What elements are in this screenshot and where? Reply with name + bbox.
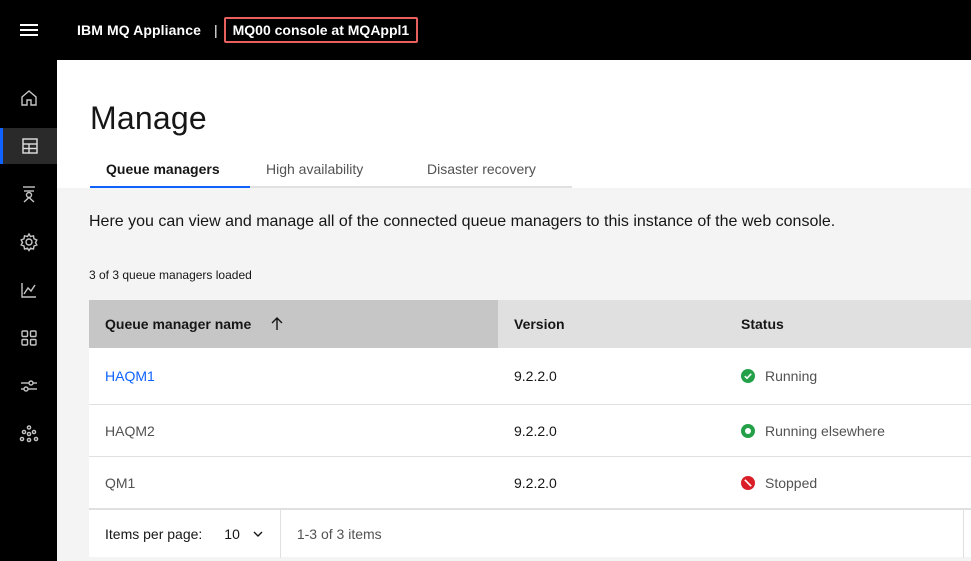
column-header-name[interactable]: Queue manager name [89,300,498,348]
table-icon[interactable] [0,128,57,164]
status-text: Running elsewhere [765,422,885,439]
pagination-bar: Items per page: 10 1-3 of 3 items [89,509,971,558]
items-per-page-select[interactable]: 10 [224,526,264,542]
items-per-page-label: Items per page: [105,525,203,542]
chevron-down-icon [253,531,263,537]
sliders-icon[interactable] [0,368,57,404]
column-header-label: Queue manager name [105,316,252,332]
header-separator: | [213,22,218,38]
tab-high-availability[interactable]: High availability [250,152,411,188]
queue-manager-name: HAQM2 [105,422,155,439]
tab-queue-managers[interactable]: Queue managers [90,152,250,188]
table-row[interactable]: HAQM2 9.2.2.0 Running elsewhere [89,405,971,457]
version-cell: 9.2.2.0 [514,422,557,439]
home-icon[interactable] [0,80,57,116]
queue-manager-name: QM1 [105,474,136,491]
queue-manager-link[interactable]: HAQM1 [89,348,498,404]
console-title: MQ00 console at MQAppl1 [223,17,419,43]
column-header-version[interactable]: Version [498,300,725,348]
table-header: Queue manager name Version Status [89,300,971,348]
network-icon[interactable] [0,416,57,452]
queue-managers-table: Queue manager name Version Status HAQM1 … [89,300,971,509]
pagination-divider [279,509,281,558]
tab-panel: Here you can view and manage all of the … [57,188,971,561]
status-cell: Stopped [725,457,971,508]
column-header-status[interactable]: Status [725,300,971,348]
hamburger-menu-icon[interactable] [0,0,57,60]
top-header: IBM MQ Appliance | MQ00 console at MQApp… [0,0,971,60]
version-cell: 9.2.2.0 [514,368,557,384]
pagination-divider-end [963,510,964,558]
pagination-range: 1-3 of 3 items [296,525,382,542]
items-per-page-value: 10 [224,525,240,542]
settings-icon[interactable] [0,224,57,260]
running-elsewhere-icon [741,423,755,438]
intro-text: Here you can view and manage all of the … [89,213,836,230]
sort-ascending-icon [271,317,283,330]
page-title: Manage [90,100,207,136]
queue-icon[interactable] [0,176,57,212]
side-nav [0,60,57,561]
version-cell: 9.2.2.0 [514,474,557,491]
status-cell: Running elsewhere [725,405,971,456]
chart-icon[interactable] [0,272,57,308]
product-name[interactable]: IBM MQ Appliance [77,22,201,38]
status-text: Stopped [765,474,818,491]
status-cell: Running [725,348,971,404]
table-row[interactable]: HAQM1 9.2.2.0 Running [89,348,971,405]
running-check-icon [741,369,755,383]
main-content: Manage Queue managers High availability … [57,60,971,561]
loaded-count: 3 of 3 queue managers loaded [89,268,252,282]
tab-bar: Queue managers High availability Disaste… [90,152,572,188]
table-row[interactable]: QM1 9.2.2.0 Stopped [89,457,971,509]
stopped-icon [741,475,755,490]
apps-icon[interactable] [0,320,57,356]
tab-disaster-recovery[interactable]: Disaster recovery [411,152,572,188]
status-text: Running [765,368,818,384]
